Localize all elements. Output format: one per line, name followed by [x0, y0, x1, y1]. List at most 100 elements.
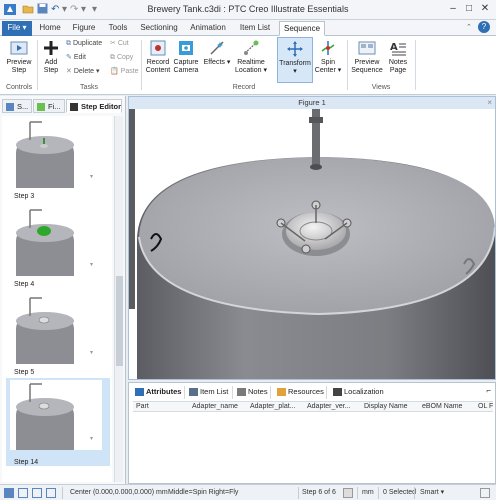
- tab-localization[interactable]: Localization: [331, 386, 389, 399]
- tab-item-list-label: Item List: [200, 387, 229, 396]
- tab-figures[interactable]: Fi...: [33, 99, 65, 113]
- fullscreen-icon[interactable]: [46, 488, 56, 498]
- steps-scrollbar[interactable]: [114, 116, 123, 482]
- tab-attributes[interactable]: Attributes: [133, 386, 185, 399]
- step-thumbnail: ▾: [10, 206, 102, 276]
- column-header[interactable]: Display Name: [364, 403, 408, 410]
- step-label: Step 3: [14, 193, 35, 200]
- tab-item-list-panel[interactable]: Item List: [187, 386, 233, 399]
- minimize-icon[interactable]: –: [446, 2, 460, 16]
- column-header[interactable]: Adapter_ver...: [307, 403, 351, 410]
- tab-file[interactable]: File ▾: [2, 21, 32, 36]
- cut-label: Cut: [117, 40, 129, 47]
- column-header[interactable]: OL F: [478, 403, 493, 410]
- window-title: Brewery Tank.c3di : PTC Creo Illustrate …: [147, 4, 349, 14]
- cut-button[interactable]: ✂ Cut: [110, 39, 129, 49]
- paste-label: Paste: [120, 68, 139, 75]
- ribbon: Preview Step Add Step ⧉ Duplicate ✎ Edit…: [0, 36, 496, 95]
- step-label: Step 5: [14, 369, 35, 376]
- collapse-ribbon-icon[interactable]: ⌃: [466, 23, 472, 31]
- tab-sectioning[interactable]: Sectioning: [137, 21, 181, 36]
- scrollbar-thumb[interactable]: [116, 276, 123, 366]
- add-step-button[interactable]: Add Step: [40, 39, 62, 75]
- maximize-icon[interactable]: □: [462, 2, 476, 16]
- notes-page-button[interactable]: A Notes Page: [384, 39, 412, 75]
- transform-label: Transform ▾: [279, 60, 311, 75]
- figure-icon: [37, 103, 45, 111]
- tab-figure[interactable]: Figure: [68, 21, 100, 36]
- edit-button[interactable]: ✎ Edit: [66, 53, 86, 63]
- step-editor-icon: [70, 103, 78, 111]
- column-header[interactable]: Adapter_plat...: [250, 403, 296, 410]
- preview-sequence-label: Preview Sequence: [351, 59, 383, 74]
- list-item[interactable]: ▾ Step 3: [6, 116, 110, 200]
- delete-label: Delete ▾: [73, 68, 100, 75]
- filter-settings-icon[interactable]: [480, 488, 490, 498]
- group-label-record: Record: [232, 84, 256, 91]
- split-view-icon[interactable]: [32, 488, 42, 498]
- capture-camera-button[interactable]: Capture Camera: [172, 39, 200, 75]
- close-icon[interactable]: ✕: [478, 2, 492, 16]
- preview-sequence-button[interactable]: Preview Sequence: [350, 39, 384, 75]
- tab-notes[interactable]: Notes: [235, 386, 271, 399]
- preview-sequence-icon: [358, 39, 376, 57]
- step-thumbnail: ▾: [10, 118, 102, 188]
- column-header[interactable]: Part: [136, 403, 149, 410]
- notes-page-label: Notes Page: [388, 59, 408, 74]
- group-divider: [141, 40, 142, 90]
- tab-attributes-label: Attributes: [146, 387, 182, 396]
- add-step-label: Add Step: [43, 59, 59, 74]
- group-label-controls: Controls: [5, 84, 33, 91]
- tab-sequence[interactable]: Sequence: [279, 21, 325, 36]
- realtime-location-icon: [242, 39, 260, 57]
- tree-icon: [6, 103, 14, 111]
- help-icon[interactable]: ?: [478, 21, 490, 33]
- left-panel: S... Fi... Step Editor ▾ Step 3 ▾ Step 4…: [0, 96, 126, 484]
- panel-toggle-icon[interactable]: [4, 488, 14, 498]
- copy-button[interactable]: ⧉ Copy: [110, 53, 133, 63]
- effects-icon: [208, 39, 226, 57]
- realtime-location-button[interactable]: Realtime Location ▾: [233, 39, 269, 75]
- tab-item-list[interactable]: Item List: [235, 21, 275, 36]
- tab-figures-label: Fi...: [48, 102, 61, 111]
- step-thumbnail: ▾: [10, 294, 102, 364]
- tab-localization-label: Localization: [344, 387, 384, 396]
- delete-icon: ✕: [66, 68, 72, 75]
- units-readout[interactable]: mm: [362, 488, 374, 498]
- step-list: ▾ Step 3 ▾ Step 4 ▾ Step 5 ▾ Step 14: [2, 116, 112, 482]
- preview-step-icon: [10, 39, 28, 57]
- record-content-button[interactable]: Record Content: [144, 39, 172, 75]
- duplicate-button[interactable]: ⧉ Duplicate: [66, 39, 102, 49]
- tab-home[interactable]: Home: [36, 21, 64, 36]
- effects-button[interactable]: Effects ▾: [203, 39, 231, 67]
- column-header[interactable]: Adapter_name: [192, 403, 238, 410]
- tab-structure[interactable]: S...: [2, 99, 32, 113]
- column-header[interactable]: eBOM Name: [422, 403, 462, 410]
- status-divider: [298, 487, 299, 499]
- tab-animation[interactable]: Animation: [186, 21, 230, 36]
- step-nav-icon[interactable]: [343, 488, 353, 498]
- layout-icon[interactable]: [18, 488, 28, 498]
- record-content-label: Record Content: [145, 59, 171, 74]
- list-item[interactable]: ▾ Step 5: [6, 292, 110, 376]
- tab-resources[interactable]: Resources: [275, 386, 327, 399]
- selection-filter[interactable]: Smart ▾: [420, 488, 444, 498]
- 3d-viewport[interactable]: [129, 109, 495, 379]
- list-item[interactable]: ▾ Step 4: [6, 204, 110, 288]
- preview-step-button[interactable]: Preview Step: [3, 39, 35, 75]
- delete-button[interactable]: ✕ Delete ▾: [66, 67, 100, 77]
- list-item-selected[interactable]: ▾ Step 14: [6, 378, 110, 466]
- notes-icon: [237, 388, 246, 396]
- plus-icon: [42, 39, 60, 57]
- svg-text:▾: ▾: [90, 262, 93, 268]
- tab-step-editor[interactable]: Step Editor: [66, 99, 122, 113]
- spin-center-button[interactable]: Spin Center ▾: [313, 39, 343, 75]
- preview-step-label: Preview Step: [6, 59, 32, 74]
- paste-button[interactable]: 📋 Paste: [110, 67, 139, 77]
- localization-icon: [333, 388, 342, 396]
- transform-button[interactable]: Transform ▾: [277, 37, 313, 83]
- tab-tools[interactable]: Tools: [104, 21, 132, 36]
- figure-close-icon[interactable]: ×: [487, 97, 492, 109]
- panel-options-icon[interactable]: ⌐: [486, 386, 491, 395]
- figure-title: Figure 1: [129, 97, 495, 109]
